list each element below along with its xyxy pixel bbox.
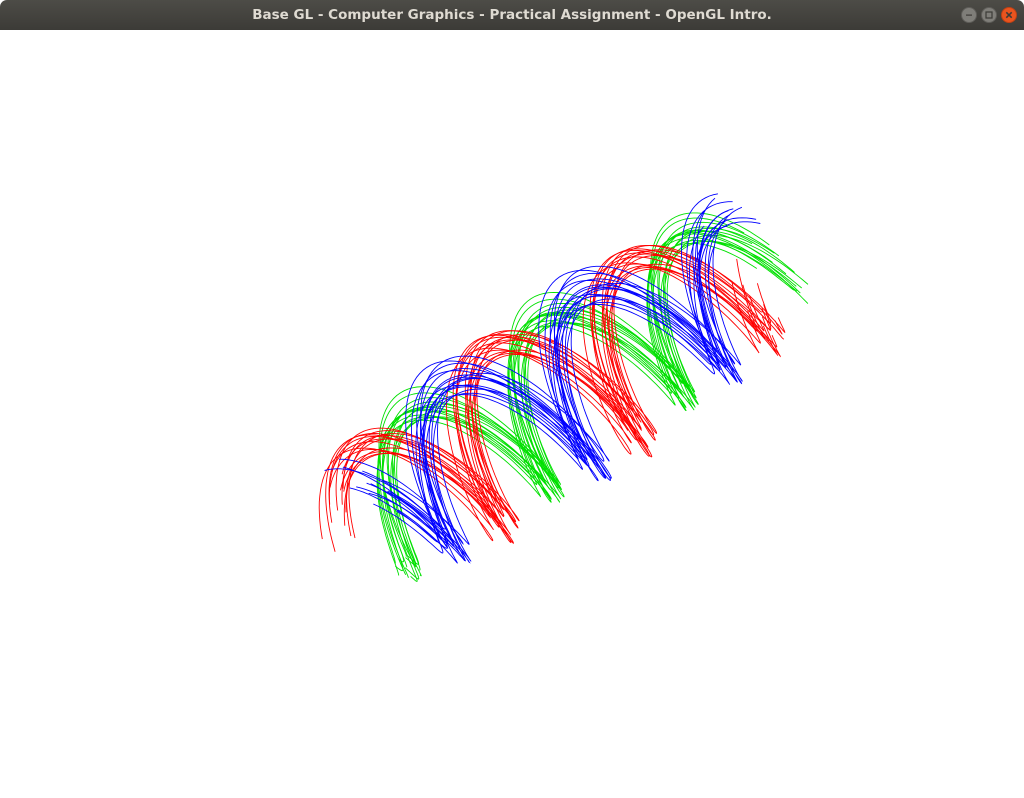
window-title: Base GL - Computer Graphics - Practical … bbox=[252, 7, 772, 23]
close-button[interactable] bbox=[1001, 7, 1017, 23]
close-icon bbox=[1005, 11, 1013, 19]
strand-line bbox=[392, 240, 802, 580]
title-bar[interactable]: Base GL - Computer Graphics - Practical … bbox=[0, 0, 1024, 30]
strand-line bbox=[345, 263, 772, 517]
strand-line bbox=[373, 225, 728, 554]
minimize-icon bbox=[966, 14, 972, 16]
window-controls bbox=[961, 7, 1017, 23]
maximize-icon bbox=[985, 11, 993, 19]
opengl-viewport[interactable] bbox=[0, 30, 1024, 798]
maximize-button[interactable] bbox=[981, 7, 997, 23]
strand-line bbox=[343, 267, 781, 544]
application-window: Base GL - Computer Graphics - Practical … bbox=[0, 0, 1024, 798]
rendered-scene bbox=[318, 193, 809, 582]
minimize-button[interactable] bbox=[961, 7, 977, 23]
